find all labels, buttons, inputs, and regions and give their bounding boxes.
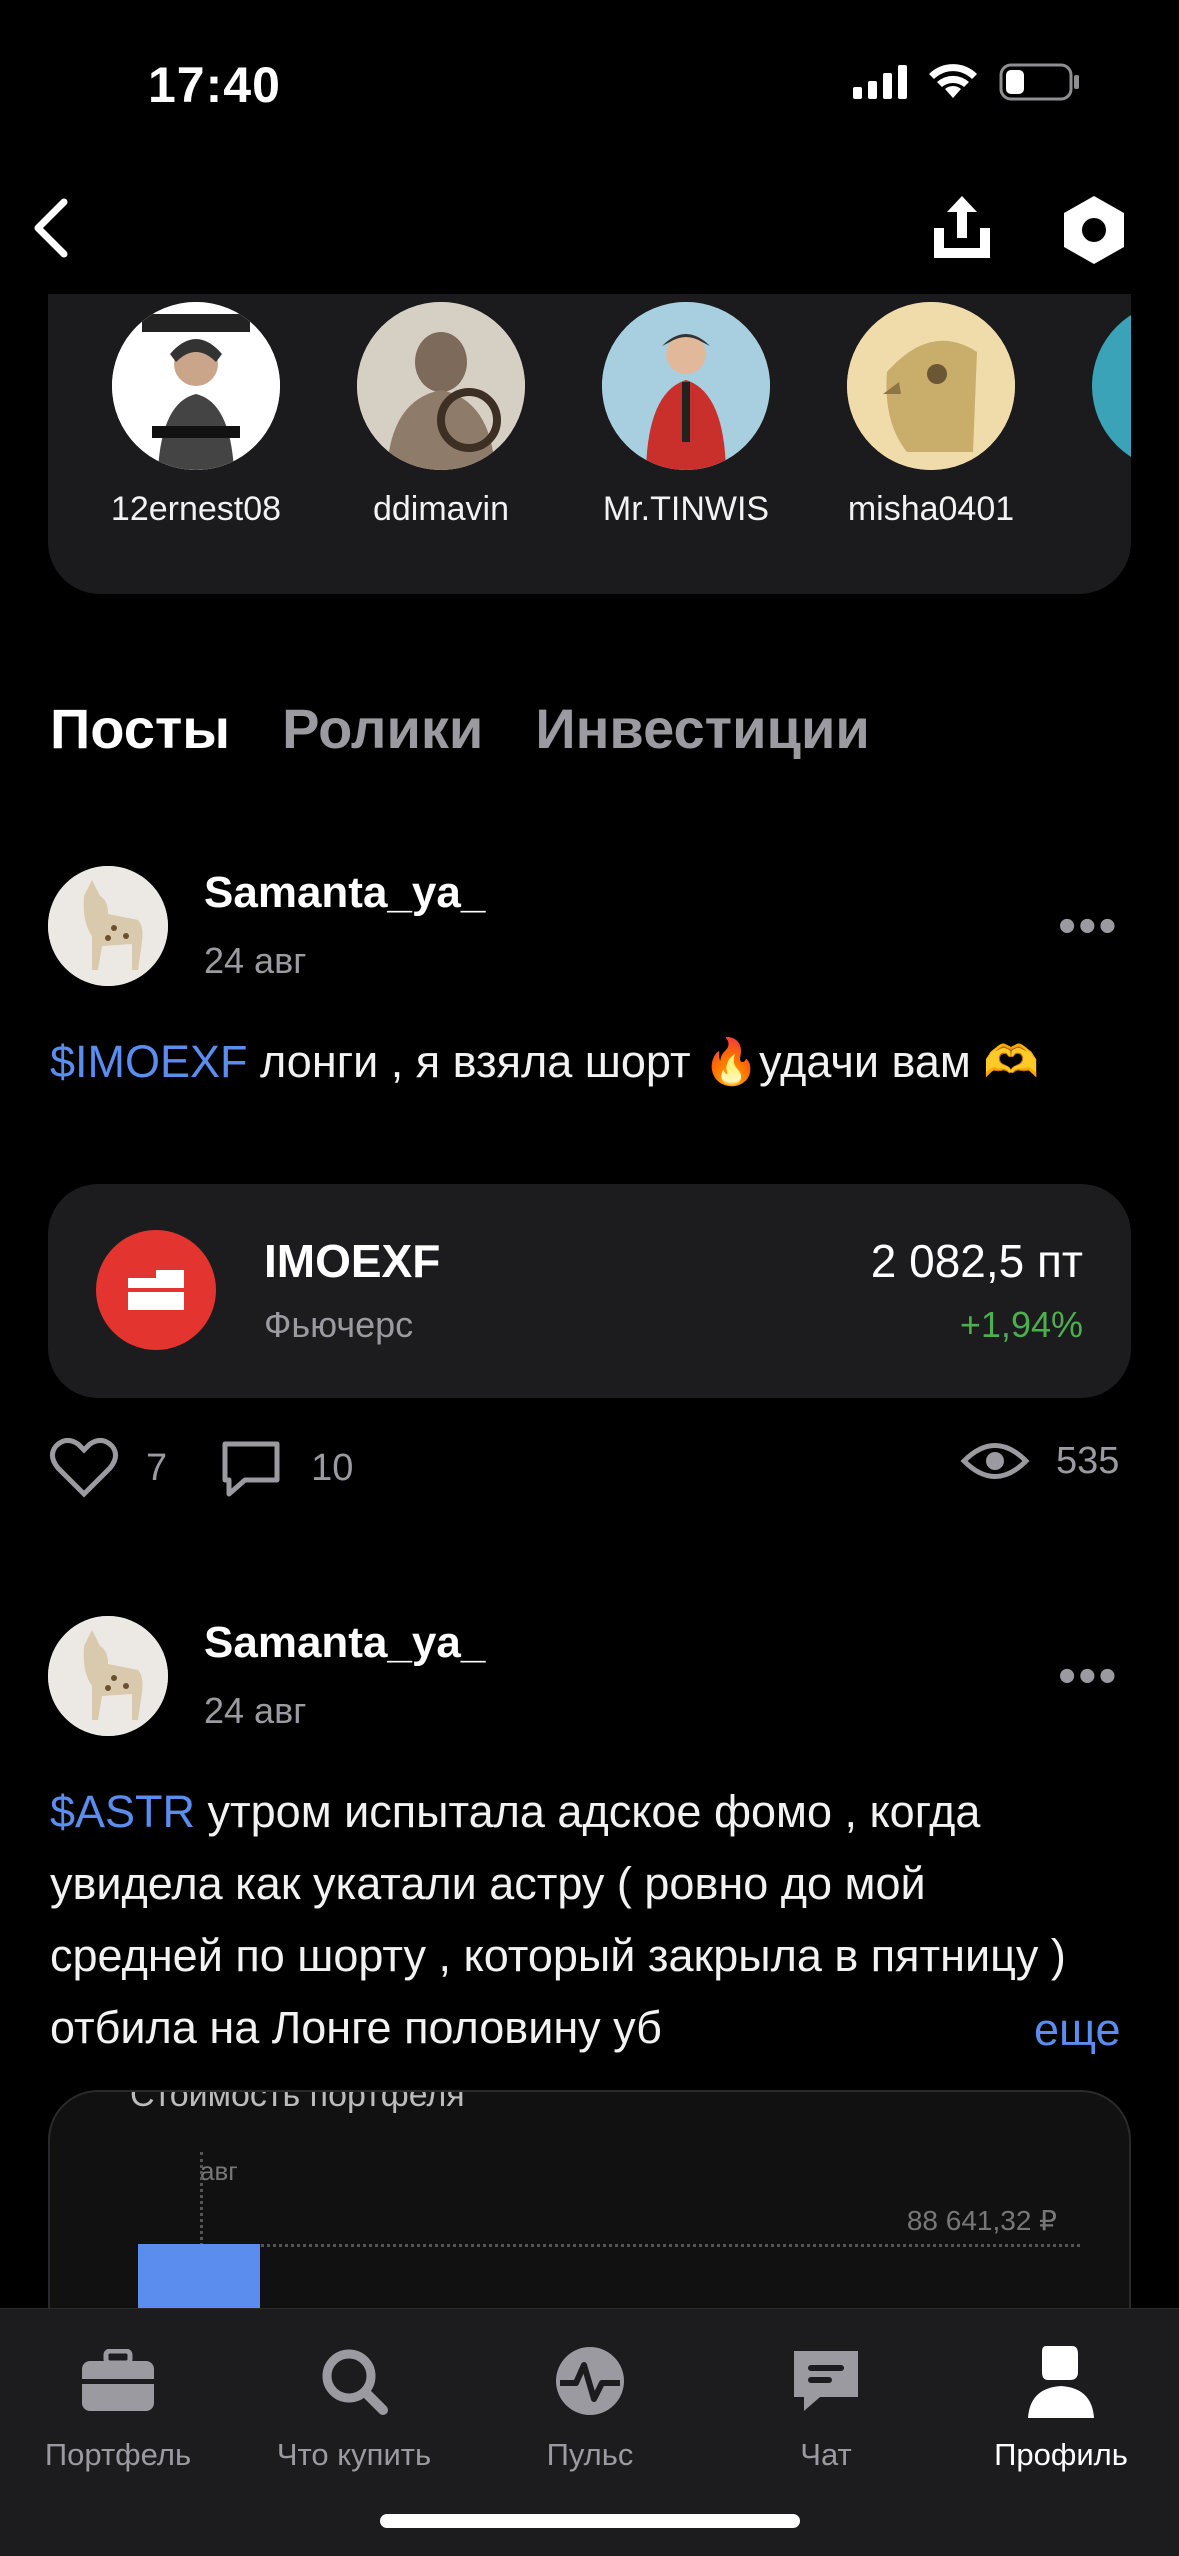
wifi-icon	[929, 64, 977, 98]
story-username: X	[1066, 490, 1131, 529]
story-item[interactable]: ddimavin	[331, 302, 551, 529]
content-tabs: Посты Ролики Инвестиции	[50, 696, 870, 761]
ticker-link[interactable]: $ASTR	[50, 1786, 195, 1837]
tabbar-label: Что купить	[276, 2437, 432, 2472]
comment-icon	[222, 1441, 280, 1497]
more-options-button[interactable]: •••	[1058, 1646, 1119, 1706]
story-avatar	[1092, 302, 1131, 470]
home-indicator	[380, 2514, 800, 2528]
story-username: Mr.TINWIS	[602, 490, 770, 528]
tabbar-label: Портфель	[44, 2437, 192, 2472]
instrument-name: IMOEXF	[264, 1235, 441, 1287]
instrument-card[interactable]: IMOEXF Фьючерс 2 082,5 пт +1,94%	[48, 1184, 1131, 1398]
post-author-name[interactable]: Samanta_ya_	[204, 1618, 485, 1668]
post-body: утром испытала адское фомо , когда увиде…	[50, 1786, 1066, 2053]
chat-icon	[794, 2351, 858, 2411]
story-username: 12ernest08	[110, 490, 282, 528]
back-button[interactable]	[20, 188, 90, 268]
post-author-avatar[interactable]	[48, 1616, 168, 1736]
pulse-icon	[556, 2347, 624, 2415]
post-text: $IMOEXF лонги , я взяла шорт 🔥удачи вам …	[50, 1026, 1140, 1098]
gear-icon	[1064, 196, 1124, 264]
more-options-button[interactable]: •••	[1058, 896, 1119, 956]
status-time: 17:40	[148, 57, 281, 113]
preview-grid-line	[200, 2244, 1080, 2247]
story-username: ddimavin	[372, 490, 510, 528]
stories-carousel[interactable]: 12ernest08 ddimavin Mr.TINWIS misha0401	[48, 294, 1131, 594]
show-more-link[interactable]: еще	[1034, 1994, 1121, 2066]
tabbar-item-chat[interactable]: Чат	[708, 2333, 944, 2473]
status-icons	[853, 62, 1081, 102]
tabbar-item-what-to-buy[interactable]: Что купить	[236, 2333, 472, 2473]
story-avatar	[357, 302, 525, 470]
comment-button[interactable]: 10	[219, 1438, 353, 1498]
comment-count: 10	[311, 1446, 354, 1489]
view-count: 535	[1056, 1439, 1120, 1482]
story-item[interactable]: 12ernest08	[86, 302, 306, 529]
tabbar-label: Чат	[800, 2437, 852, 2472]
post-text: $ASTR утром испытала адское фомо , когда…	[50, 1776, 1090, 2064]
chevron-left-icon	[34, 198, 68, 258]
story-item[interactable]: Mr.TINWIS	[576, 302, 796, 529]
views: 535	[960, 1436, 1119, 1486]
ticker-link[interactable]: $IMOEXF	[50, 1036, 248, 1087]
eye-icon	[960, 1443, 1030, 1479]
story-avatar	[847, 302, 1015, 470]
tabbar-item-pulse[interactable]: Пульс	[472, 2333, 708, 2473]
instrument-change: +1,94%	[959, 1304, 1083, 1345]
profile-icon	[1028, 2346, 1094, 2418]
preview-title: Стоимость портфеля	[130, 2090, 465, 2114]
story-username: misha0401	[847, 490, 1015, 528]
tab-posts[interactable]: Посты	[50, 696, 230, 761]
heart-icon	[50, 1438, 118, 1498]
search-icon	[322, 2349, 388, 2415]
like-count: 7	[146, 1446, 168, 1489]
tab-investments[interactable]: Инвестиции	[535, 696, 869, 761]
post-date: 24 авг	[204, 940, 307, 981]
share-icon	[934, 196, 990, 258]
share-button[interactable]	[922, 188, 1002, 268]
instrument-price: 2 082,5 пт	[870, 1235, 1083, 1287]
post-author-avatar[interactable]	[48, 866, 168, 986]
instrument-logo-icon	[96, 1230, 216, 1350]
tabbar-item-profile[interactable]: Профиль	[943, 2333, 1179, 2473]
tab-reels[interactable]: Ролики	[282, 696, 483, 761]
post-date: 24 авг	[204, 1690, 307, 1731]
briefcase-icon	[82, 2349, 154, 2411]
story-item[interactable]: X	[1066, 302, 1131, 529]
battery-icon	[999, 63, 1079, 101]
story-avatar	[602, 302, 770, 470]
settings-button[interactable]	[1054, 190, 1134, 270]
tabbar-label: Пульс	[546, 2437, 634, 2472]
story-item[interactable]: misha0401	[821, 302, 1041, 529]
story-avatar	[112, 302, 280, 470]
tabbar-item-portfolio[interactable]: Портфель	[0, 2333, 236, 2473]
preview-axis-label: авг	[200, 2156, 238, 2186]
tabbar-label: Профиль	[994, 2437, 1128, 2472]
post-body: лонги , я взяла шорт 🔥удачи вам 🫶	[247, 1036, 1040, 1087]
like-button[interactable]: 7	[48, 1436, 167, 1500]
preview-value: 88 641,32 ₽	[906, 2205, 1057, 2236]
instrument-type: Фьючерс	[264, 1304, 414, 1345]
cellular-signal-icon	[853, 65, 907, 99]
post-actions: 7 10	[48, 1436, 353, 1500]
post-author-name[interactable]: Samanta_ya_	[204, 868, 485, 918]
